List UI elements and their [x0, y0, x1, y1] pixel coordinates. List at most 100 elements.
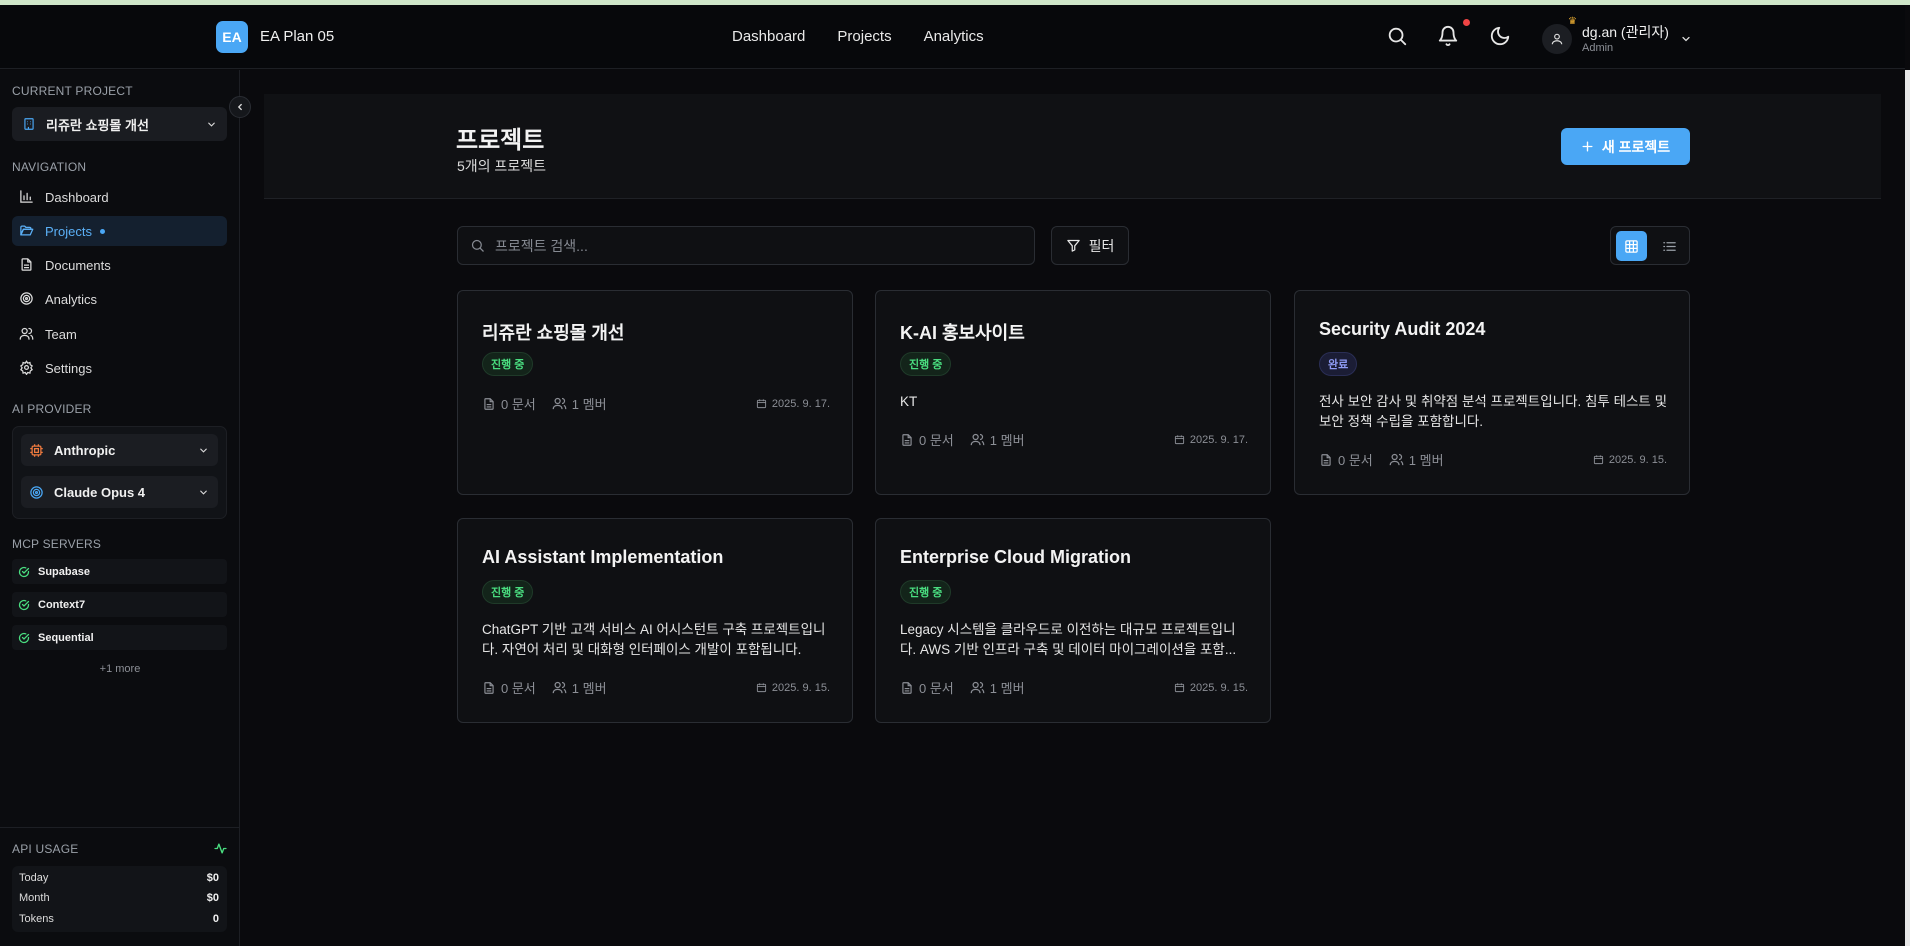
- active-indicator-dot: [99, 228, 105, 234]
- calendar-icon: [1174, 435, 1184, 445]
- mcp-more-link[interactable]: +1 more: [0, 663, 240, 675]
- doc-count: 0 문서: [919, 433, 954, 448]
- status-badge: 진행 중: [482, 580, 534, 604]
- mcp-server-name: Supabase: [38, 565, 90, 578]
- mcp-server-item[interactable]: Sequential: [12, 625, 227, 650]
- sidebar-item-label: Settings: [45, 360, 92, 376]
- project-card[interactable]: K-AI 홍보사이트 진행 중 KT 0 문서 1 멤버 2025. 9. 17…: [875, 290, 1271, 495]
- mcp-server-item[interactable]: Supabase: [12, 559, 227, 584]
- calendar-icon: [756, 399, 766, 409]
- project-title: AI Assistant Implementation: [482, 547, 724, 567]
- search-box[interactable]: [457, 226, 1035, 265]
- chevron-down-icon: [198, 444, 209, 459]
- chevron-down-icon[interactable]: [1680, 32, 1692, 50]
- project-date: 2025. 9. 15.: [1189, 681, 1248, 694]
- moon-icon[interactable]: [1489, 25, 1513, 49]
- navigation-label: NAVIGATION: [12, 160, 87, 174]
- bar-chart-icon: [19, 189, 35, 205]
- sidebar-item-label: Documents: [45, 257, 111, 273]
- divider: [0, 827, 240, 828]
- mcp-server-item[interactable]: Context7: [12, 592, 227, 617]
- crown-icon: ♛: [1568, 16, 1577, 27]
- plus-icon: [1582, 141, 1593, 152]
- search-input[interactable]: [495, 237, 1015, 254]
- project-date: 2025. 9. 15.: [1608, 453, 1667, 466]
- search-icon[interactable]: [1386, 25, 1410, 49]
- member-count: 1 멤버: [571, 681, 607, 696]
- sidebar-item-documents[interactable]: Documents: [12, 250, 227, 280]
- api-usage-panel: Today $0 Month $0 Tokens 0: [12, 866, 227, 932]
- anthropic-icon: [29, 443, 44, 458]
- mcp-server-name: Context7: [38, 598, 86, 611]
- grid-view-button[interactable]: [1616, 231, 1647, 261]
- new-project-button[interactable]: 새 프로젝트: [1561, 128, 1690, 165]
- users-icon: [552, 681, 567, 694]
- gear-icon: [19, 360, 35, 376]
- bell-icon[interactable]: [1437, 25, 1461, 49]
- project-title: K-AI 홍보사이트: [900, 323, 1025, 343]
- sidebar-item-dashboard[interactable]: Dashboard: [12, 182, 227, 212]
- project-meta: 0 문서 1 멤버 2025. 9. 17.: [482, 394, 830, 413]
- app-title[interactable]: EA Plan 05: [260, 28, 334, 45]
- users-icon: [1389, 453, 1404, 466]
- scrollbar-track[interactable]: [1905, 70, 1910, 946]
- doc-count: 0 문서: [501, 681, 536, 696]
- filter-icon: [1066, 239, 1080, 252]
- doc-count: 0 문서: [501, 397, 536, 412]
- sidebar-item-label: Dashboard: [45, 189, 109, 205]
- project-date: 2025. 9. 15.: [771, 681, 830, 694]
- project-card[interactable]: AI Assistant Implementation 진행 중 ChatGPT…: [457, 518, 853, 723]
- sidebar-item-analytics[interactable]: Analytics: [12, 284, 227, 314]
- file-text-icon: [902, 433, 912, 446]
- project-card[interactable]: Enterprise Cloud Migration 진행 중 Legacy 시…: [875, 518, 1271, 723]
- sidebar-item-label: Analytics: [45, 291, 98, 307]
- usage-label: Month: [19, 892, 50, 904]
- usage-row-month: Month $0: [19, 892, 219, 904]
- chevron-left-icon: [237, 103, 242, 111]
- file-text-icon: [1321, 453, 1331, 466]
- file-text-icon: [19, 257, 35, 273]
- target-icon: [19, 291, 35, 307]
- sidebar-collapse-button[interactable]: [229, 96, 251, 118]
- project-date: 2025. 9. 17.: [1189, 433, 1248, 446]
- project-description: KT: [900, 394, 918, 409]
- page-title: 프로젝트: [456, 127, 545, 154]
- sidebar-item-settings[interactable]: Settings: [12, 353, 227, 383]
- user-name[interactable]: dg.an (관리자): [1582, 22, 1669, 42]
- ai-model-value: Claude Opus 4: [54, 484, 146, 500]
- chevron-down-icon: [206, 118, 217, 133]
- project-count: 5개의 프로젝트: [457, 158, 546, 174]
- sidebar-item-team[interactable]: Team: [12, 319, 227, 349]
- sidebar-item-projects[interactable]: Projects: [12, 216, 227, 246]
- user-icon: [1551, 33, 1563, 45]
- topnav-analytics[interactable]: Analytics: [924, 28, 984, 45]
- file-text-icon: [484, 397, 494, 410]
- topnav-dashboard[interactable]: Dashboard: [732, 28, 805, 45]
- ai-provider-select[interactable]: Anthropic: [21, 434, 218, 466]
- chevron-down-icon: [198, 486, 209, 501]
- filter-button[interactable]: 필터: [1051, 226, 1129, 265]
- usage-value: $0: [206, 872, 219, 884]
- list-view-button[interactable]: [1654, 231, 1685, 261]
- current-project-label: CURRENT PROJECT: [12, 84, 133, 98]
- usage-label: Today: [19, 872, 49, 884]
- grid-icon: [1625, 239, 1638, 253]
- app-logo[interactable]: EA: [216, 21, 248, 53]
- sidebar: CURRENT PROJECT 리쥬란 쇼핑몰 개선 NAVIGATION Da…: [0, 70, 240, 946]
- project-title: Security Audit 2024: [1319, 319, 1486, 339]
- doc-count: 0 문서: [1338, 453, 1373, 468]
- project-card[interactable]: Security Audit 2024 완료 전사 보안 감사 및 취약점 분석…: [1294, 290, 1690, 495]
- ai-provider-panel: Anthropic Claude Opus 4: [12, 426, 227, 519]
- project-card[interactable]: 리쥬란 쇼핑몰 개선 진행 중 0 문서 1 멤버 2025. 9. 17.: [457, 290, 853, 495]
- avatar[interactable]: [1542, 24, 1572, 54]
- current-project-select[interactable]: 리쥬란 쇼핑몰 개선: [12, 107, 227, 141]
- sidebar-item-label: Team: [45, 326, 77, 342]
- user-role: Admin: [1582, 42, 1614, 54]
- activity-icon: [214, 842, 227, 860]
- status-badge: 진행 중: [900, 352, 952, 376]
- topnav-projects[interactable]: Projects: [837, 28, 891, 45]
- usage-value: $0: [206, 892, 219, 904]
- target-icon: [29, 485, 44, 500]
- ai-model-select[interactable]: Claude Opus 4: [21, 476, 218, 508]
- users-icon: [552, 397, 567, 410]
